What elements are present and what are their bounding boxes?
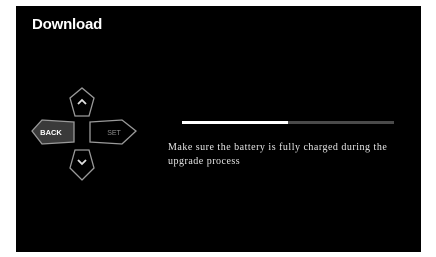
back-button[interactable]: BACK [31,119,75,145]
down-button[interactable] [69,149,95,181]
progress-bar [182,121,394,124]
back-label: BACK [40,128,62,137]
progress-fill [182,121,288,124]
page-title: Download [32,16,103,33]
battery-warning-message: Make sure the battery is fully charged d… [168,142,388,167]
set-button[interactable]: SET [89,119,137,145]
dpad-control: SET BACK [30,84,140,186]
download-screen: Download SET BACK Make sure the battery … [16,6,421,252]
up-button[interactable] [69,87,95,117]
set-label: SET [107,130,121,137]
